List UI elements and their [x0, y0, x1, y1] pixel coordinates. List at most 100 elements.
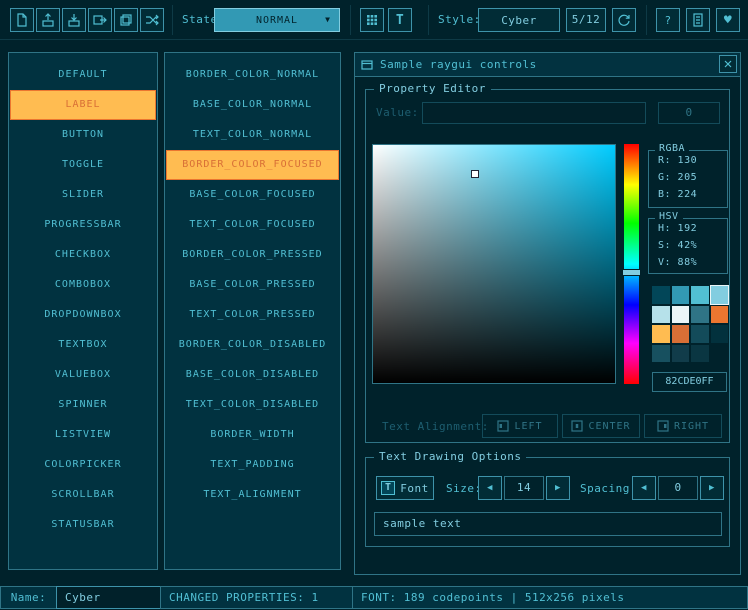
file-new-button[interactable]	[10, 8, 34, 32]
size-increment-button[interactable]: ▶	[546, 476, 570, 500]
hex-color-input[interactable]: 82CDE0FF	[652, 372, 727, 392]
list-item-default[interactable]: DEFAULT	[10, 60, 156, 90]
list-item-checkbox[interactable]: CHECKBOX	[10, 240, 156, 270]
list-item-button[interactable]: BUTTON	[10, 120, 156, 150]
document-icon	[690, 12, 706, 28]
help-button[interactable]: ?	[656, 8, 680, 32]
state-dropdown[interactable]: NORMAL ▼	[214, 8, 340, 32]
list-item-base_color_focused[interactable]: BASE_COLOR_FOCUSED	[166, 180, 339, 210]
list-item-statusbar[interactable]: STATUSBAR	[10, 510, 156, 540]
copy-icon	[118, 12, 134, 28]
palette-color-cell[interactable]	[711, 345, 729, 363]
close-window-button[interactable]	[719, 55, 737, 73]
align-left-toggle[interactable]: LEFT	[482, 414, 558, 438]
list-item-text_color_pressed[interactable]: TEXT_COLOR_PRESSED	[166, 300, 339, 330]
palette-color-cell[interactable]	[711, 325, 729, 343]
size-decrement-button[interactable]: ◀	[478, 476, 502, 500]
list-item-text_color_focused[interactable]: TEXT_COLOR_FOCUSED	[166, 210, 339, 240]
folder-open-icon	[40, 12, 56, 28]
chevron-left-icon: ◀	[487, 483, 493, 493]
save-icon	[66, 12, 82, 28]
list-item-base_color_disabled[interactable]: BASE_COLOR_DISABLED	[166, 360, 339, 390]
state-dropdown-value: NORMAL	[256, 15, 298, 26]
toolbar: State NORMAL ▼ T Style: Cyber 5/12 ?	[0, 0, 748, 40]
palette-color-cell[interactable]	[711, 306, 729, 324]
list-item-toggle[interactable]: TOGGLE	[10, 150, 156, 180]
list-item-listview[interactable]: LISTVIEW	[10, 420, 156, 450]
palette-color-cell[interactable]	[652, 325, 670, 343]
hsv-v-value: V: 88%	[649, 253, 727, 270]
style-name-input[interactable]: Cyber	[56, 586, 161, 609]
load-font-button[interactable]: T Font	[376, 476, 434, 500]
palette-color-cell[interactable]	[691, 325, 709, 343]
spacing-label: Spacing:	[580, 482, 637, 495]
list-item-dropdownbox[interactable]: DROPDOWNBOX	[10, 300, 156, 330]
list-item-scrollbar[interactable]: SCROLLBAR	[10, 480, 156, 510]
color-cursor[interactable]	[471, 170, 479, 178]
style-export-button[interactable]	[88, 8, 112, 32]
value-label: Value:	[376, 106, 419, 119]
font-button-label: Font	[400, 482, 429, 495]
list-item-text_color_normal[interactable]: TEXT_COLOR_NORMAL	[166, 120, 339, 150]
palette-color-cell[interactable]	[672, 306, 690, 324]
palette-color-cell[interactable]	[711, 286, 729, 304]
list-item-text_alignment[interactable]: TEXT_ALIGNMENT	[166, 480, 339, 510]
spacing-decrement-button[interactable]: ◀	[632, 476, 656, 500]
palette-color-cell[interactable]	[691, 306, 709, 324]
list-item-colorpicker[interactable]: COLORPICKER	[10, 450, 156, 480]
palette-color-cell[interactable]	[652, 306, 670, 324]
list-item-valuebox[interactable]: VALUEBOX	[10, 360, 156, 390]
value-textbox[interactable]	[422, 102, 646, 124]
style-duplicate-button[interactable]	[114, 8, 138, 32]
hue-bar[interactable]	[624, 144, 639, 384]
font-atlas-button[interactable]: T	[388, 8, 412, 32]
palette-color-cell[interactable]	[652, 286, 670, 304]
hue-slider-handle[interactable]	[622, 269, 641, 276]
list-item-label[interactable]: LABEL	[10, 90, 156, 120]
list-item-border_color_normal[interactable]: BORDER_COLOR_NORMAL	[166, 60, 339, 90]
file-save-button[interactable]	[62, 8, 86, 32]
list-item-base_color_normal[interactable]: BASE_COLOR_NORMAL	[166, 90, 339, 120]
style-random-button[interactable]	[140, 8, 164, 32]
list-item-slider[interactable]: SLIDER	[10, 180, 156, 210]
spacing-increment-button[interactable]: ▶	[700, 476, 724, 500]
palette-color-cell[interactable]	[672, 325, 690, 343]
palette-color-cell[interactable]	[652, 345, 670, 363]
palette-color-cell[interactable]	[691, 286, 709, 304]
style-table-button[interactable]	[360, 8, 384, 32]
palette-color-cell[interactable]	[691, 345, 709, 363]
align-left-icon	[497, 420, 509, 432]
file-open-button[interactable]	[36, 8, 60, 32]
list-item-border_color_focused[interactable]: BORDER_COLOR_FOCUSED	[166, 150, 339, 180]
list-item-border_color_disabled[interactable]: BORDER_COLOR_DISABLED	[166, 330, 339, 360]
color-panel[interactable]	[372, 144, 616, 384]
chevron-down-icon: ▼	[325, 15, 331, 24]
list-item-base_color_pressed[interactable]: BASE_COLOR_PRESSED	[166, 270, 339, 300]
align-center-toggle[interactable]: CENTER	[562, 414, 640, 438]
value-count-box[interactable]: 0	[658, 102, 720, 124]
report-issue-button[interactable]	[686, 8, 710, 32]
list-item-border_width[interactable]: BORDER_WIDTH	[166, 420, 339, 450]
palette-color-cell[interactable]	[672, 286, 690, 304]
close-icon	[723, 59, 733, 69]
palette-color-cell[interactable]	[672, 345, 690, 363]
style-reload-button[interactable]	[612, 8, 636, 32]
window-titlebar[interactable]: Sample raygui controls	[355, 53, 740, 77]
list-item-textbox[interactable]: TEXTBOX	[10, 330, 156, 360]
list-item-spinner[interactable]: SPINNER	[10, 390, 156, 420]
sample-text-input[interactable]: sample text	[374, 512, 722, 536]
list-item-border_color_pressed[interactable]: BORDER_COLOR_PRESSED	[166, 240, 339, 270]
changed-properties-status: CHANGED PROPERTIES: 1	[160, 586, 353, 609]
list-item-combobox[interactable]: COMBOBOX	[10, 270, 156, 300]
size-value[interactable]: 14	[504, 476, 544, 500]
spacing-value[interactable]: 0	[658, 476, 698, 500]
align-right-toggle[interactable]: RIGHT	[644, 414, 722, 438]
group-title: HSV	[655, 211, 683, 222]
list-item-text_color_disabled[interactable]: TEXT_COLOR_DISABLED	[166, 390, 339, 420]
sponsor-button[interactable]: ♥	[716, 8, 740, 32]
toolbar-divider	[428, 5, 429, 35]
reload-icon	[616, 12, 632, 28]
list-item-text_padding[interactable]: TEXT_PADDING	[166, 450, 339, 480]
list-item-progressbar[interactable]: PROGRESSBAR	[10, 210, 156, 240]
style-dropdown[interactable]: Cyber	[478, 8, 560, 32]
